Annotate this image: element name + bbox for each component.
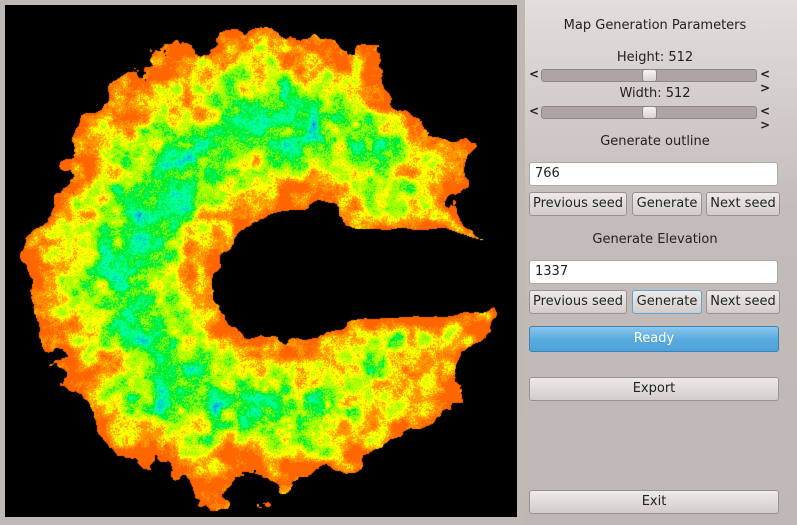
height-label: Height: 512	[616, 50, 694, 65]
panel-title: Map Generation Parameters	[563, 18, 747, 33]
elevation-seed-input[interactable]: 1337	[529, 260, 778, 284]
chevron-left-icon[interactable]: <	[529, 104, 539, 118]
outline-previous-seed-button[interactable]: Previous seed	[529, 192, 627, 216]
elevation-previous-seed-button[interactable]: Previous seed	[529, 290, 627, 314]
width-label: Width: 512	[619, 86, 691, 101]
heightmap-view	[5, 5, 517, 517]
export-button[interactable]: Export	[529, 377, 779, 401]
elevation-heading: Generate Elevation	[592, 232, 718, 247]
control-panel: Map Generation Parameters Height: 512 < …	[525, 0, 797, 525]
chevron-left-right-icon[interactable]: < >	[760, 104, 779, 132]
outline-generate-button[interactable]: Generate	[632, 192, 702, 216]
outline-next-seed-button[interactable]: Next seed	[706, 192, 780, 216]
elevation-generate-button[interactable]: Generate	[632, 290, 702, 314]
elevation-next-seed-button[interactable]: Next seed	[706, 290, 780, 314]
status-progress-bar: Ready	[529, 326, 779, 352]
slider-handle[interactable]	[642, 69, 657, 82]
exit-button[interactable]: Exit	[529, 490, 779, 514]
width-slider[interactable]: < < >	[529, 104, 779, 132]
slider-handle[interactable]	[642, 106, 657, 119]
slider-track[interactable]	[541, 106, 757, 119]
slider-track[interactable]	[541, 69, 757, 82]
chevron-left-icon[interactable]: <	[529, 67, 539, 81]
outline-seed-input[interactable]: 766	[529, 162, 778, 186]
outline-heading: Generate outline	[600, 134, 710, 149]
height-slider[interactable]: < < >	[529, 67, 779, 95]
